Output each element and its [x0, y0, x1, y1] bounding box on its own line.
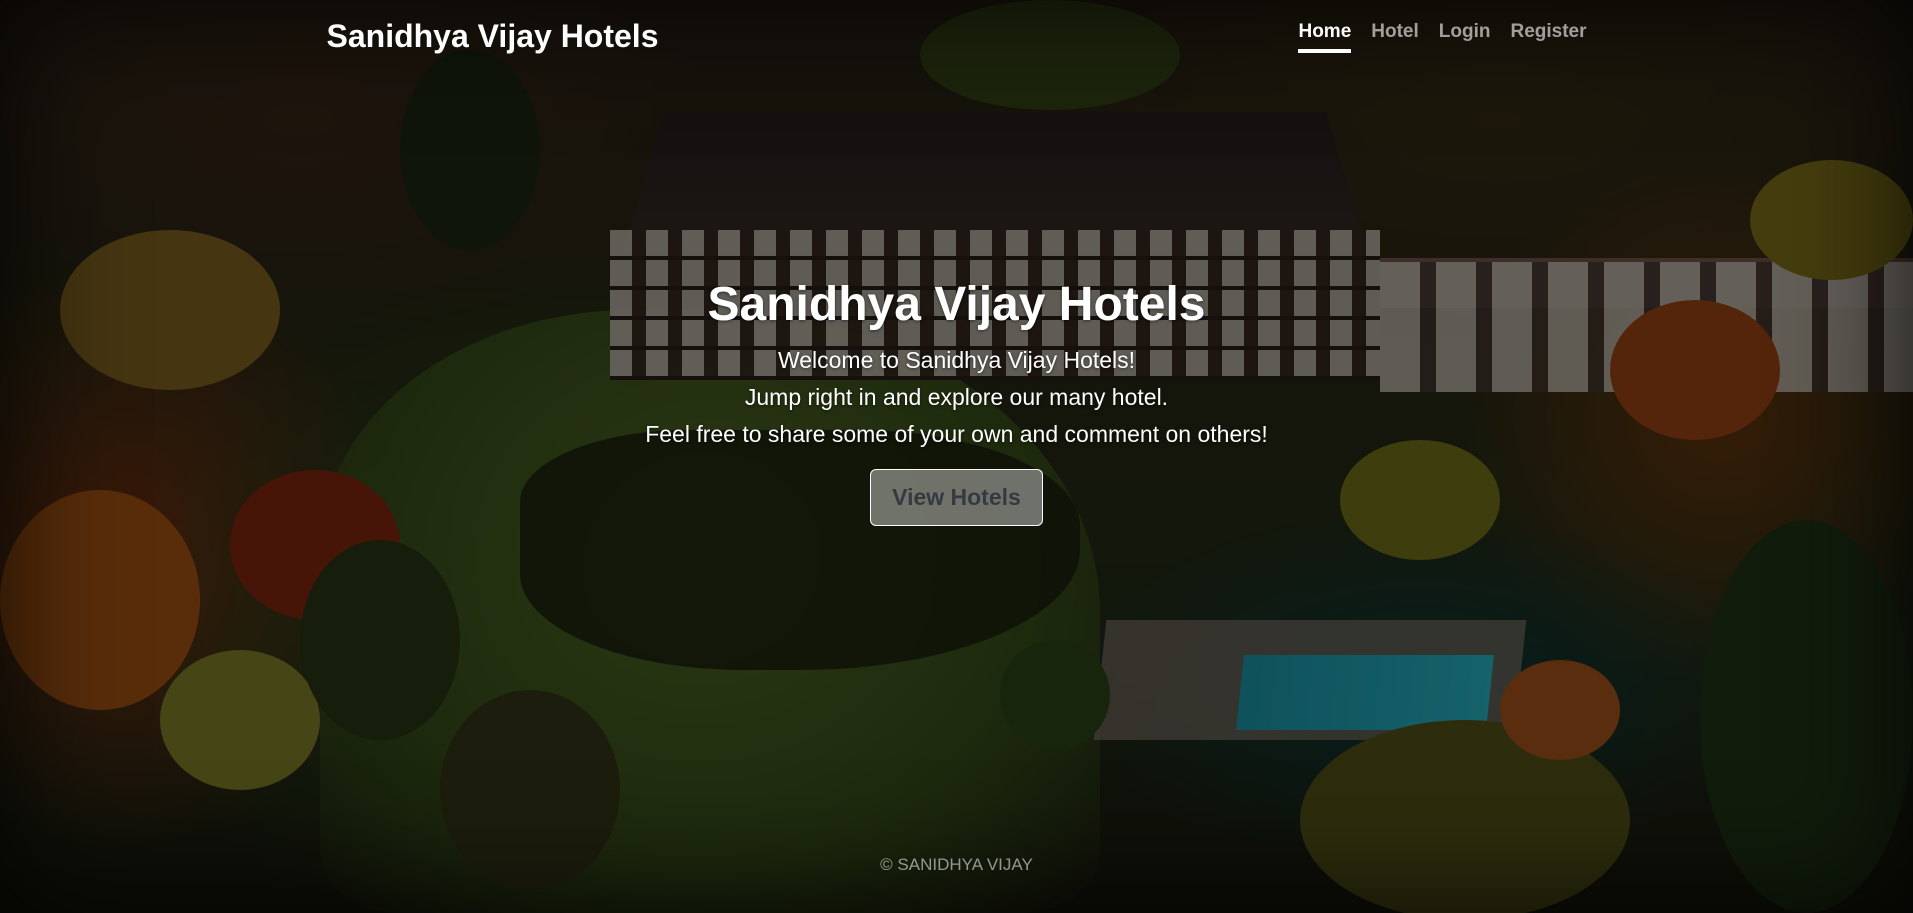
footer: © SANIDHYA VIJAY — [0, 855, 1913, 875]
view-hotels-button[interactable]: View Hotels — [870, 469, 1043, 526]
brand-title: Sanidhya Vijay Hotels — [326, 18, 659, 54]
footer-copyright: © SANIDHYA VIJAY — [880, 855, 1033, 874]
cover-container: Sanidhya Vijay Hotels Home Hotel Login R… — [0, 0, 1913, 913]
nav-link-hotel[interactable]: Hotel — [1371, 21, 1419, 53]
hero-line-welcome: Welcome to Sanidhya Vijay Hotels! — [777, 347, 1136, 373]
hero-line-explore: Jump right in and explore our many hotel… — [744, 384, 1169, 410]
hero-line-share: Feel free to share some of your own and … — [645, 421, 1268, 447]
nav-link-home[interactable]: Home — [1298, 21, 1352, 53]
hero: Sanidhya Vijay Hotels Welcome to Sanidhy… — [645, 277, 1268, 526]
main-nav: Home Hotel Login Register — [1298, 21, 1587, 53]
masthead: Sanidhya Vijay Hotels Home Hotel Login R… — [327, 18, 1587, 55]
nav-link-register[interactable]: Register — [1510, 21, 1586, 53]
nav-link-login[interactable]: Login — [1439, 21, 1491, 53]
hero-heading: Sanidhya Vijay Hotels — [707, 278, 1206, 331]
